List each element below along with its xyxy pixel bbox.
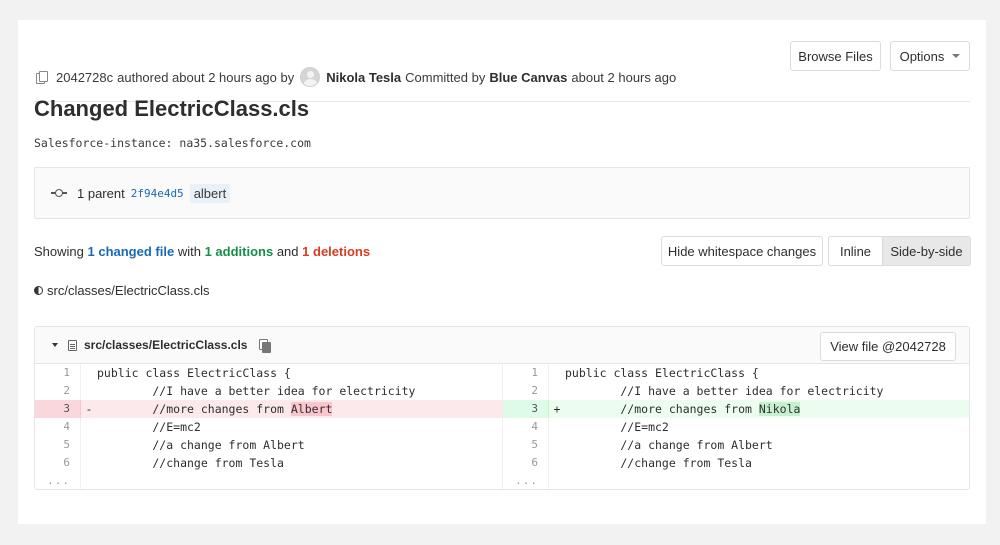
additions-count: 1 additions	[204, 244, 274, 259]
removed-marker: -	[85, 402, 93, 416]
diff-body: 1 public class ElectricClass { 2 //I hav…	[35, 364, 969, 489]
diff-new-side: 1 public class ElectricClass { 2 //I hav…	[502, 364, 969, 489]
copy-path-icon[interactable]	[259, 338, 272, 353]
hide-whitespace-button[interactable]: Hide whitespace changes	[661, 236, 823, 266]
line-number[interactable]: 1	[503, 364, 549, 382]
diff-line: 4 //E=mc2	[35, 418, 503, 436]
expand-lines-row: ...	[35, 472, 503, 489]
line-number[interactable]: 3	[35, 400, 81, 418]
added-word-highlight: Nikola	[758, 402, 801, 416]
diff-line: 5 //a change from Albert	[503, 436, 969, 454]
added-marker: +	[553, 402, 561, 416]
line-code: public class ElectricClass {	[97, 366, 291, 380]
commit-meta: 2042728c authored about 2 hours ago by N…	[36, 67, 676, 87]
line-code: //a change from Albert	[565, 438, 773, 452]
diff-file: src/classes/ElectricClass.cls View file …	[34, 326, 970, 490]
line-code: //change from Tesla	[97, 456, 284, 470]
author-name[interactable]: Nikola Tesla	[326, 70, 401, 85]
view-file-button[interactable]: View file @2042728	[820, 332, 956, 361]
line-number[interactable]: 5	[35, 436, 81, 454]
line-code: //a change from Albert	[97, 438, 305, 452]
line-code: //more changes from	[565, 402, 759, 416]
parent-label: 1 parent	[77, 185, 125, 201]
line-code: //I have a better idea for electricity	[97, 384, 416, 398]
line-code: //E=mc2	[565, 420, 669, 434]
diff-stats: Showing 1 changed file with 1 additions …	[34, 244, 370, 259]
diff-line: 2 //I have a better idea for electricity	[35, 382, 503, 400]
inline-label: Inline	[839, 243, 872, 259]
changed-files-link[interactable]: 1 changed file	[88, 244, 175, 259]
diff-line: 1 public class ElectricClass {	[503, 364, 969, 382]
diff-line-added: 3 + //more changes from Nikola	[503, 400, 969, 418]
expand-lines-button[interactable]: ...	[35, 472, 81, 489]
line-number[interactable]: 1	[35, 364, 81, 382]
diff-line-removed: 3 - //more changes from Albert	[35, 400, 503, 418]
file-path-text: src/classes/ElectricClass.cls	[47, 283, 210, 298]
avatar[interactable]	[300, 67, 321, 87]
commit-icon	[51, 188, 67, 198]
parent-info: 1 parent 2f94e4d5 albert	[34, 167, 970, 219]
line-number[interactable]: 6	[503, 454, 549, 472]
and-text: and	[276, 244, 299, 259]
line-number[interactable]: 6	[35, 454, 81, 472]
line-code: //E=mc2	[97, 420, 201, 434]
branch-label[interactable]: albert	[189, 183, 231, 203]
line-code: //more changes from	[97, 402, 291, 416]
diff-line: 1 public class ElectricClass {	[35, 364, 503, 382]
committed-time: about 2 hours ago	[571, 69, 677, 85]
file-tree-entry[interactable]: src/classes/ElectricClass.cls	[34, 283, 210, 298]
line-code: //change from Tesla	[565, 456, 752, 470]
copy-sha-icon[interactable]	[36, 70, 48, 84]
browse-files-button[interactable]: Browse Files	[790, 41, 881, 71]
collapse-toggle-icon[interactable]	[52, 343, 58, 347]
line-number[interactable]: 2	[35, 382, 81, 400]
page-title: Changed ElectricClass.cls	[34, 96, 310, 121]
diff-file-title: src/classes/ElectricClass.cls	[52, 338, 272, 353]
file-icon	[68, 339, 77, 351]
diff-file-header: src/classes/ElectricClass.cls View file …	[35, 327, 969, 364]
file-status-icon	[34, 286, 43, 295]
line-number[interactable]: 2	[503, 382, 549, 400]
side-by-side-label: Side-by-side	[890, 243, 963, 259]
commit-card: 2042728c authored about 2 hours ago by N…	[18, 20, 986, 524]
committer-name[interactable]: Blue Canvas	[489, 70, 567, 85]
parent-sha-link[interactable]: 2f94e4d5	[131, 187, 184, 200]
with-text: with	[177, 244, 201, 259]
diff-line: 5 //a change from Albert	[35, 436, 503, 454]
options-label: Options	[899, 48, 945, 64]
diff-line: 6 //change from Tesla	[35, 454, 503, 472]
diff-line: 4 //E=mc2	[503, 418, 969, 436]
line-number[interactable]: 4	[503, 418, 549, 436]
line-number[interactable]: 5	[503, 436, 549, 454]
inline-view-button[interactable]: Inline	[828, 236, 883, 266]
line-code: public class ElectricClass {	[565, 366, 759, 380]
committed-by-text: Committed by	[405, 69, 486, 85]
browse-files-label: Browse Files	[798, 48, 873, 64]
expand-lines-row: ...	[503, 472, 969, 489]
diff-line: 2 //I have a better idea for electricity	[503, 382, 969, 400]
diff-file-name: src/classes/ElectricClass.cls	[84, 338, 248, 352]
view-file-label: View file @2042728	[830, 339, 946, 354]
deletions-count: 1 deletions	[302, 244, 371, 259]
line-number[interactable]: 4	[35, 418, 81, 436]
options-button[interactable]: Options	[890, 41, 970, 71]
authored-text: authored about 2 hours ago by	[117, 69, 295, 85]
showing-text: Showing	[34, 244, 84, 259]
hide-whitespace-label: Hide whitespace changes	[667, 243, 817, 259]
line-code: //I have a better idea for electricity	[565, 384, 884, 398]
expand-lines-button[interactable]: ...	[503, 472, 549, 489]
commit-description: Salesforce-instance: na35.salesforce.com	[34, 136, 311, 150]
side-by-side-view-button[interactable]: Side-by-side	[882, 236, 971, 266]
diff-line: 6 //change from Tesla	[503, 454, 969, 472]
commit-sha[interactable]: 2042728c	[56, 70, 113, 85]
diff-old-side: 1 public class ElectricClass { 2 //I hav…	[35, 364, 503, 489]
removed-word-highlight: Albert	[290, 402, 333, 416]
caret-down-icon	[952, 54, 961, 58]
line-number[interactable]: 3	[503, 400, 549, 418]
